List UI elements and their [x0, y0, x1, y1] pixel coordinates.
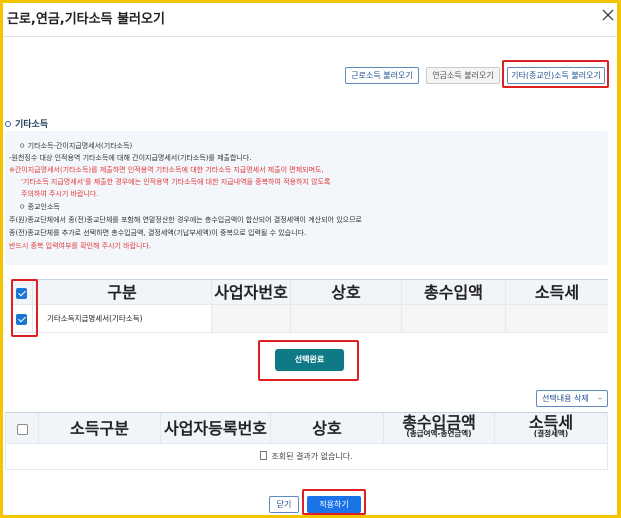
income-type-cell: 기타소득지급명세서(기타소득) [33, 305, 212, 333]
document-icon [260, 451, 268, 460]
info-line: -원천징수 대상 인적용역 기타소득에 대해 간이지급명세서(기타소득)를 제출… [9, 154, 252, 162]
info-line: ※간이지급명세서(기타소득)를 제출하면 인적용역 기타소득에 대한 기타소득 … [9, 166, 324, 174]
column-header: 상호 [271, 413, 384, 444]
info-line: 반드시 중복 입력여부를 확인해 주시기 바랍니다. [9, 242, 152, 250]
highlight-box [302, 489, 366, 515]
section-title: 기타소득 [5, 117, 48, 130]
earned-income-load-button[interactable]: 근로소득 불러오기 [345, 67, 419, 84]
section-title-text: 기타소득 [15, 120, 49, 130]
info-line: ㅇ 종교인소득 [19, 203, 60, 211]
column-header: 구분 [33, 280, 212, 305]
delete-selection-button[interactable]: 선택내용 삭제 – [536, 390, 608, 407]
column-header: 사업자번호 [212, 280, 291, 305]
column-header-line: 총수입금액 [402, 413, 476, 432]
info-line: 주(원)종교단체에서 종(전)종교단체를 포함해 연말정산한 경우에는 총수입금… [9, 216, 362, 224]
select-all-checkbox-cell [6, 413, 39, 444]
close-button[interactable]: 닫기 [269, 496, 299, 513]
window-title: 근로,연금,기타소득 불러오기 [7, 12, 165, 27]
column-header-line: (총급여액-총연금액) [406, 429, 472, 438]
highlight-box [502, 60, 609, 88]
dialog-body: 근로소득 불러오기 연금소득 불러오기 기타(종교인)소득 불러오기 기타소득 … [3, 38, 617, 515]
income-tax-cell [506, 305, 608, 333]
highlight-box [11, 279, 38, 337]
bullet-icon [5, 121, 11, 127]
dialog-window: 근로,연금,기타소득 불러오기 근로소득 불러오기 연금소득 불러오기 기타(종… [3, 3, 617, 515]
column-header: 소득세 [506, 280, 608, 305]
column-header: 상호 [291, 280, 402, 305]
info-box: ㅇ 기타소득-간이지급명세서(기타소득) -원천징수 대상 인적용역 기타소득에… [5, 131, 608, 265]
empty-result-row: 조회된 결과가 없습니다. [6, 444, 607, 470]
income-table: 구분 사업자번호 상호 총수입액 소득세 기타소득지급명세서(기타소득) [11, 279, 608, 333]
column-header: 총수입액 [402, 280, 506, 305]
applied-table: 소득구분 사업자등록번호 상호 총수입금액 (총급여액-총연금액) 소득세 (결… [5, 412, 608, 470]
highlight-box [258, 340, 359, 381]
info-line: '기타소득 지급명세서'를 제출한 경우에는 인적용역 기타소득에 대한 지급내… [21, 178, 331, 186]
pension-income-load-button[interactable]: 연금소득 불러오기 [426, 67, 500, 84]
column-header-line: 소득세 [528, 413, 574, 432]
column-header: 소득세 (결정세액) [495, 413, 607, 444]
column-header: 총수입금액 (총급여액-총연금액) [384, 413, 495, 444]
title-bar: 근로,연금,기타소득 불러오기 [3, 3, 617, 37]
select-all-checkbox[interactable] [16, 424, 28, 435]
minus-icon: – [598, 394, 602, 403]
empty-result-message: 조회된 결과가 없습니다. [271, 452, 353, 461]
close-icon[interactable] [601, 7, 615, 23]
column-header: 소득구분 [39, 413, 161, 444]
total-income-cell [402, 305, 506, 333]
info-line: 주의하여 주시기 바랍니다. [21, 190, 99, 198]
column-header-line: (결정세액) [533, 429, 569, 438]
delete-selection-label: 선택내용 삭제 [542, 394, 589, 403]
company-name-cell [291, 305, 402, 333]
column-header: 사업자등록번호 [161, 413, 271, 444]
info-line: 종(전)종교단체를 추가로 선택하면 총수입금액, 결정세액(기납부세액)이 중… [9, 229, 307, 237]
info-line: ㅇ 기타소득-간이지급명세서(기타소득) [19, 142, 133, 150]
business-number-cell [212, 305, 291, 333]
